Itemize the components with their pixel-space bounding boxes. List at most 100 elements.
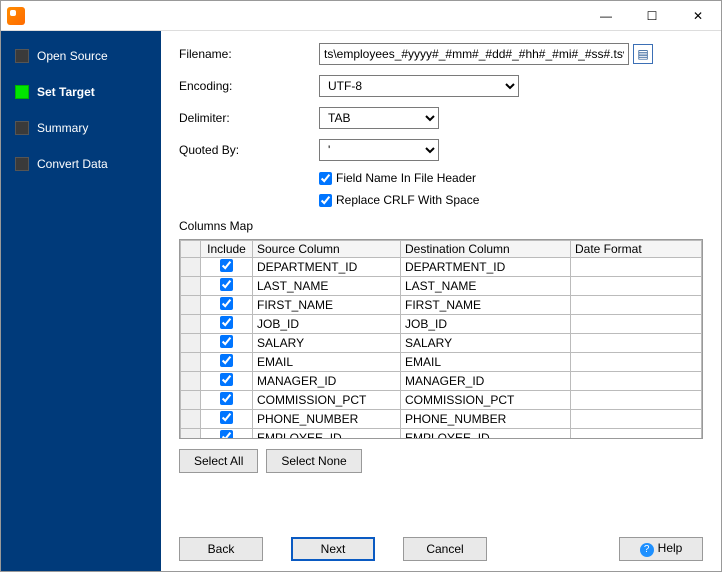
select-none-button[interactable]: Select None [266,449,361,473]
step-convert-data[interactable]: Convert Data [1,153,161,175]
row-header[interactable] [181,296,201,315]
datefmt-cell[interactable] [571,372,702,391]
source-cell[interactable]: LAST_NAME [253,277,401,296]
datefmt-cell[interactable] [571,334,702,353]
col-dest-header[interactable]: Destination Column [401,241,571,258]
select-all-button[interactable]: Select All [179,449,258,473]
source-cell[interactable]: EMAIL [253,353,401,372]
include-cell[interactable] [201,277,253,296]
app-icon [7,7,25,25]
include-cell[interactable] [201,296,253,315]
dest-cell[interactable]: EMAIL [401,353,571,372]
include-checkbox[interactable] [220,354,233,367]
include-checkbox[interactable] [220,430,233,439]
include-checkbox[interactable] [220,335,233,348]
include-checkbox[interactable] [220,392,233,405]
include-checkbox[interactable] [220,373,233,386]
window-buttons: — ☐ ✕ [583,1,721,31]
source-cell[interactable]: EMPLOYEE_ID [253,429,401,440]
encoding-select[interactable]: UTF-8 [319,75,519,97]
table-row[interactable]: SALARYSALARY [181,334,702,353]
dest-cell[interactable]: DEPARTMENT_ID [401,258,571,277]
row-header[interactable] [181,429,201,440]
table-row[interactable]: PHONE_NUMBERPHONE_NUMBER [181,410,702,429]
datefmt-cell[interactable] [571,429,702,440]
dialog-window: — ☐ ✕ Open Source Set Target Summary Con… [0,0,722,572]
include-checkbox[interactable] [220,316,233,329]
close-button[interactable]: ✕ [675,1,721,31]
include-cell[interactable] [201,315,253,334]
include-cell[interactable] [201,410,253,429]
datefmt-cell[interactable] [571,410,702,429]
include-cell[interactable] [201,353,253,372]
dest-cell[interactable]: LAST_NAME [401,277,571,296]
table-row[interactable]: JOB_IDJOB_ID [181,315,702,334]
delimiter-select[interactable]: TAB [319,107,439,129]
datefmt-cell[interactable] [571,277,702,296]
datefmt-cell[interactable] [571,391,702,410]
next-button[interactable]: Next [291,537,375,561]
source-cell[interactable]: JOB_ID [253,315,401,334]
row-header[interactable] [181,277,201,296]
source-cell[interactable]: FIRST_NAME [253,296,401,315]
titlebar: — ☐ ✕ [1,1,721,31]
col-include-header[interactable]: Include [201,241,253,258]
table-row[interactable]: EMPLOYEE_IDEMPLOYEE_ID [181,429,702,440]
row-header[interactable] [181,410,201,429]
back-button[interactable]: Back [179,537,263,561]
filename-input[interactable] [319,43,629,65]
step-set-target[interactable]: Set Target [1,81,161,103]
step-open-source[interactable]: Open Source [1,45,161,67]
field-name-header-checkbox[interactable] [319,172,332,185]
include-checkbox[interactable] [220,297,233,310]
table-row[interactable]: COMMISSION_PCTCOMMISSION_PCT [181,391,702,410]
include-checkbox[interactable] [220,278,233,291]
table-row[interactable]: LAST_NAMELAST_NAME [181,277,702,296]
source-cell[interactable]: MANAGER_ID [253,372,401,391]
datefmt-cell[interactable] [571,315,702,334]
quoted-by-select[interactable]: ' [319,139,439,161]
browse-button[interactable]: ▤ [633,44,653,64]
row-header[interactable] [181,353,201,372]
table-row[interactable]: FIRST_NAMEFIRST_NAME [181,296,702,315]
include-cell[interactable] [201,391,253,410]
datefmt-cell[interactable] [571,258,702,277]
dest-cell[interactable]: FIRST_NAME [401,296,571,315]
include-checkbox[interactable] [220,259,233,272]
dest-cell[interactable]: EMPLOYEE_ID [401,429,571,440]
row-header[interactable] [181,258,201,277]
datefmt-cell[interactable] [571,296,702,315]
cancel-button[interactable]: Cancel [403,537,487,561]
content: Filename: ▤ Encoding: UTF-8 Delimiter: T… [161,31,721,571]
row-header[interactable] [181,391,201,410]
dest-cell[interactable]: MANAGER_ID [401,372,571,391]
include-cell[interactable] [201,429,253,440]
step-summary[interactable]: Summary [1,117,161,139]
replace-crlf-checkbox[interactable] [319,194,332,207]
datefmt-cell[interactable] [571,353,702,372]
minimize-button[interactable]: — [583,1,629,31]
include-checkbox[interactable] [220,411,233,424]
dest-cell[interactable]: JOB_ID [401,315,571,334]
dest-cell[interactable]: SALARY [401,334,571,353]
table-row[interactable]: DEPARTMENT_IDDEPARTMENT_ID [181,258,702,277]
source-cell[interactable]: COMMISSION_PCT [253,391,401,410]
help-button[interactable]: ?Help [619,537,703,561]
source-cell[interactable]: DEPARTMENT_ID [253,258,401,277]
maximize-button[interactable]: ☐ [629,1,675,31]
col-datefmt-header[interactable]: Date Format [571,241,702,258]
source-cell[interactable]: SALARY [253,334,401,353]
row-header[interactable] [181,334,201,353]
row-header[interactable] [181,372,201,391]
include-cell[interactable] [201,372,253,391]
dest-cell[interactable]: PHONE_NUMBER [401,410,571,429]
row-header[interactable] [181,315,201,334]
dest-cell[interactable]: COMMISSION_PCT [401,391,571,410]
step-icon [15,121,29,135]
table-row[interactable]: MANAGER_IDMANAGER_ID [181,372,702,391]
table-row[interactable]: EMAILEMAIL [181,353,702,372]
col-source-header[interactable]: Source Column [253,241,401,258]
include-cell[interactable] [201,258,253,277]
source-cell[interactable]: PHONE_NUMBER [253,410,401,429]
include-cell[interactable] [201,334,253,353]
